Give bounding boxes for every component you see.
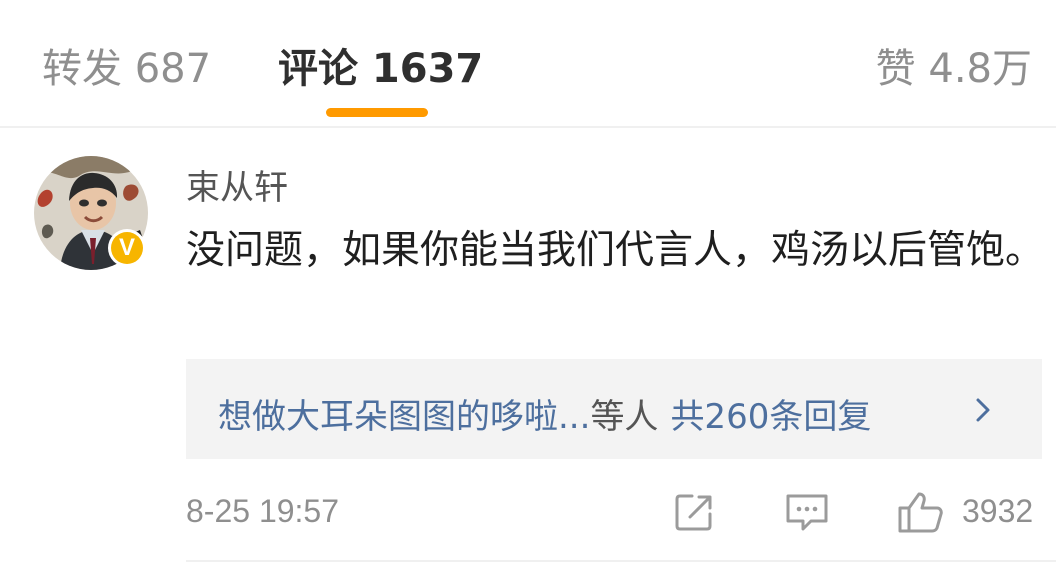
comment-text: 没问题，如果你能当我们代言人，鸡汤以后管饱。 bbox=[186, 228, 1045, 273]
tab-comments[interactable]: 评论 1637 bbox=[278, 36, 483, 94]
reply-users[interactable]: 想做大耳朵图图的哆啦... bbox=[218, 397, 590, 437]
verified-badge-icon: V bbox=[108, 229, 146, 267]
replies-preview[interactable]: 想做大耳朵图图的哆啦...等人 共260条回复 bbox=[186, 359, 1042, 459]
chevron-right-icon[interactable] bbox=[970, 397, 996, 423]
comment-divider bbox=[186, 560, 1056, 562]
share-icon[interactable] bbox=[672, 490, 716, 534]
username[interactable]: 束从轩 bbox=[186, 160, 288, 209]
reply-count[interactable]: 共260条回复 bbox=[670, 397, 871, 437]
tab-reposts[interactable]: 转发 687 bbox=[42, 36, 211, 94]
tab-bar: 转发 687 评论 1637 赞 4.8万 bbox=[0, 0, 1056, 128]
active-tab-indicator bbox=[326, 108, 428, 117]
comment-icon[interactable] bbox=[784, 490, 830, 534]
verified-badge-label: V bbox=[111, 232, 143, 264]
like-icon[interactable] bbox=[896, 490, 944, 534]
replies-summary[interactable]: 想做大耳朵图图的哆啦...等人 共260条回复 bbox=[218, 389, 871, 438]
comment-timestamp: 8-25 19:57 bbox=[186, 493, 340, 529]
like-count: 3932 bbox=[962, 493, 1034, 529]
tab-likes[interactable]: 赞 4.8万 bbox=[876, 36, 1032, 94]
reply-suffix: 等人 bbox=[590, 397, 659, 437]
